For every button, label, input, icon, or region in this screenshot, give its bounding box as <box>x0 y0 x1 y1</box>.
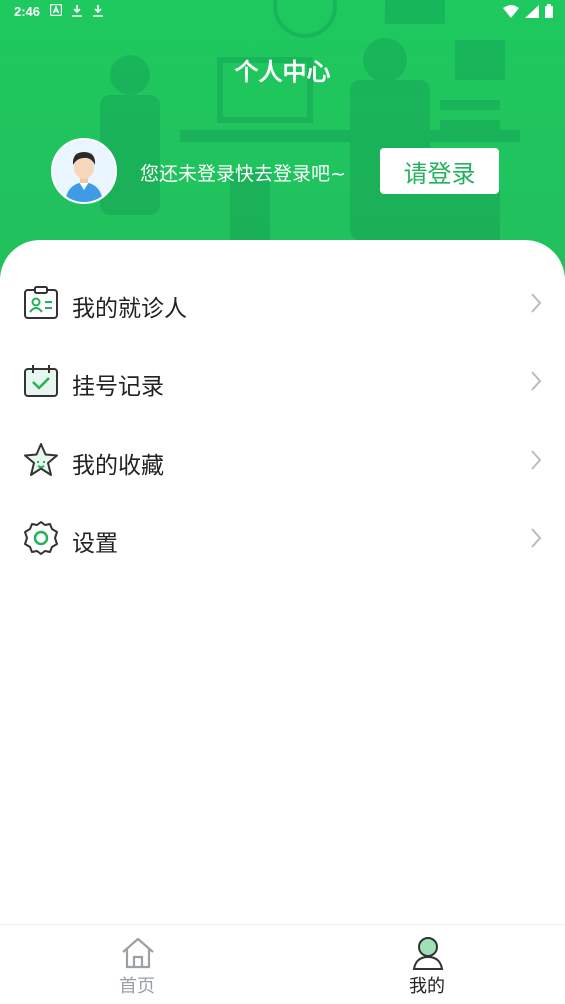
menu-card: 我的就诊人 挂号记录 我的收藏 设置 <box>0 240 565 924</box>
home-icon <box>122 937 154 969</box>
tab-mine[interactable]: 我的 <box>357 925 497 1004</box>
menu-item-label: 设置 <box>72 531 118 557</box>
a-badge-icon <box>50 4 62 16</box>
status-bar: 2:46 <box>0 0 565 24</box>
menu-item-label: 挂号记录 <box>72 374 164 400</box>
tab-label: 首页 <box>119 976 155 997</box>
star-icon <box>24 443 58 476</box>
avatar[interactable] <box>51 138 117 204</box>
tab-label: 我的 <box>409 976 445 997</box>
tab-home[interactable]: 首页 <box>67 925 207 1004</box>
chevron-right-icon <box>531 450 542 470</box>
user-icon <box>412 937 444 970</box>
user-avatar-icon <box>53 140 115 202</box>
signal-icon <box>525 4 539 18</box>
calendar-check-icon <box>24 365 58 397</box>
patient-card-icon <box>24 286 58 319</box>
menu-item-label: 我的收藏 <box>72 453 164 479</box>
login-button[interactable]: 请登录 <box>380 148 499 194</box>
chevron-right-icon <box>531 528 542 548</box>
wifi-icon <box>503 4 519 18</box>
menu-item-settings[interactable]: 设置 <box>0 503 565 573</box>
login-hint-text: 您还未登录快去登录吧~ <box>140 163 346 185</box>
bottom-tab-bar: 首页 我的 <box>0 924 565 1004</box>
battery-icon <box>545 4 553 18</box>
gear-icon <box>24 521 58 555</box>
chevron-right-icon <box>531 371 542 391</box>
download-icon <box>93 5 103 17</box>
download-icon <box>72 5 82 17</box>
menu-item-patients[interactable]: 我的就诊人 <box>0 268 565 338</box>
status-time: 2:46 <box>14 4 41 19</box>
menu-item-label: 我的就诊人 <box>72 296 187 322</box>
page-title: 个人中心 <box>234 58 331 86</box>
status-icons-left <box>50 4 104 17</box>
chevron-right-icon <box>531 293 542 313</box>
status-icons-right <box>503 4 553 18</box>
menu-item-favorites[interactable]: 我的收藏 <box>0 425 565 495</box>
menu-item-registrations[interactable]: 挂号记录 <box>0 346 565 416</box>
